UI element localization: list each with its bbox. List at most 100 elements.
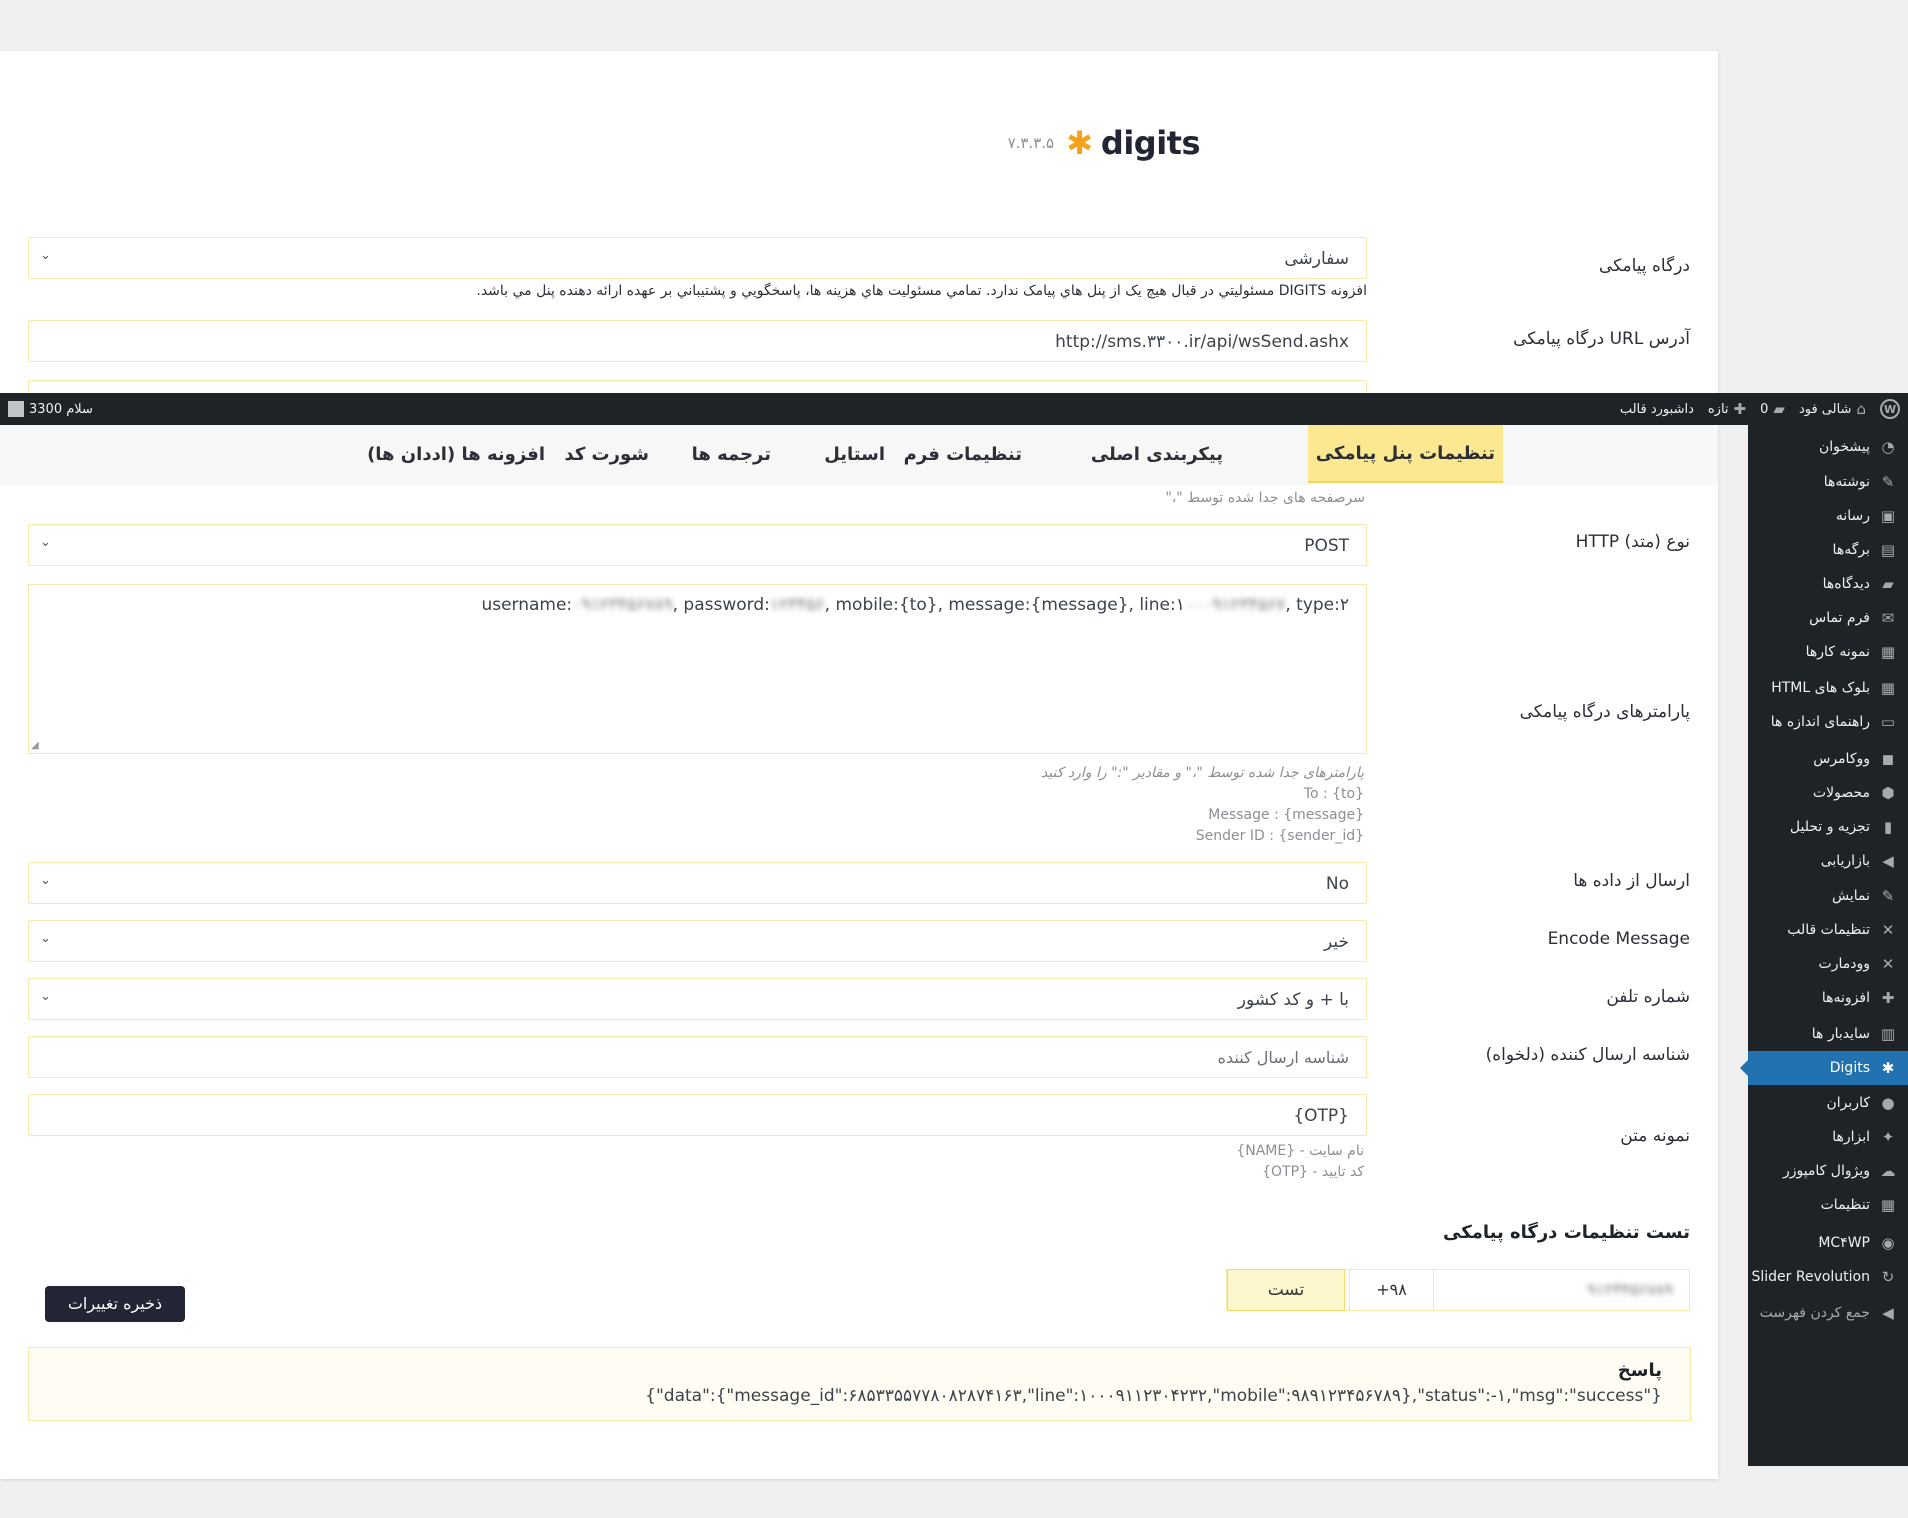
sidebar-item-label: برگه‌ها	[1832, 542, 1870, 558]
comments-count: 0	[1760, 401, 1769, 417]
sidebar-item-label: کاربران	[1826, 1095, 1870, 1111]
sidebar-item-20[interactable]: ✦ ابزارها	[1748, 1120, 1908, 1154]
user-greeting[interactable]: سلام 3300	[8, 401, 93, 417]
sidebar-item-label: سایدبار ها	[1811, 1026, 1870, 1042]
new-content-link[interactable]: ✚ تازه	[1708, 400, 1746, 418]
grid-icon: ▦	[1880, 679, 1896, 697]
gateway-url-label: آدرس URL درگاه پیامکی	[1513, 329, 1690, 349]
admin-sidebar: ◔ پیشخوان ✎ نوشته‌ها ▣ رسانه ▤ برگه‌ها ▰ دیدگاه‌ه…	[1740, 425, 1908, 1466]
site-name: شالی فود	[1798, 401, 1852, 417]
sidebar-icon: ▥	[1880, 1025, 1896, 1043]
parameters-help-message: Message : {message}	[1208, 807, 1364, 823]
site-name-link[interactable]: ⌂ شالی فود	[1799, 400, 1866, 418]
comments-link[interactable]: ▰ 0	[1760, 400, 1785, 418]
sidebar-item-16[interactable]: ✚ افزونه‌ها	[1748, 981, 1908, 1015]
sidebar-item-22[interactable]: ▦ تنظیمات	[1748, 1188, 1908, 1222]
headers-help: سرصفحه های جدا شده توسط "،"	[1165, 490, 1365, 506]
response-box: پاسخ {"data":{"message_id":۶۸۵۳۳۵۵۷۷۸۰۸۲…	[28, 1347, 1691, 1421]
sidebar-item-17[interactable]: ▥ سایدبار ها	[1748, 1017, 1908, 1051]
sidebar-item-7[interactable]: ▦ بلوک های HTML	[1748, 671, 1908, 705]
mail-icon: ✉	[1881, 609, 1895, 627]
tab-shortcode[interactable]: شورت کد	[556, 425, 657, 483]
sidebar-item-25[interactable]: ◀ جمع کردن فهرست	[1748, 1296, 1908, 1330]
sidebar-item-label: نوشته‌ها	[1823, 474, 1870, 490]
theme-dashboard-link[interactable]: داشبورد قالب	[1620, 402, 1694, 417]
sidebar-item-23[interactable]: ◉ MC۴WP	[1748, 1226, 1908, 1260]
resize-handle-icon[interactable]: ◢	[31, 740, 39, 751]
send-as-data-label: ارسال از داده ها	[1573, 871, 1690, 891]
message-template-input[interactable]: {OTP}	[28, 1094, 1367, 1136]
send-as-data-value: No	[1325, 874, 1349, 894]
megaphone-icon: ◀	[1882, 852, 1894, 870]
sidebar-item-label: MC۴WP	[1818, 1235, 1870, 1251]
sidebar-item-label: افزونه‌ها	[1821, 990, 1870, 1006]
sidebar-item-14[interactable]: ✕ تنظیمات قالب	[1748, 913, 1908, 947]
send-as-data-select[interactable]: No ⌄	[28, 862, 1367, 904]
sidebar-item-label: ابزارها	[1832, 1129, 1870, 1145]
sidebar-item-18[interactable]: ✱ Digits	[1740, 1051, 1908, 1085]
sidebar-item-8[interactable]: ▭ راهنمای اندازه ها	[1748, 705, 1908, 739]
sidebar-item-label: نمونه کارها	[1805, 644, 1870, 660]
sidebar-item-label: ووکامرس	[1813, 751, 1870, 767]
sidebar-item-label: فرم تماس	[1809, 610, 1870, 626]
sidebar-item-label: Slider Revolution	[1751, 1269, 1870, 1285]
encode-message-label: Encode Message	[1547, 929, 1690, 949]
chevron-down-icon: ⌄	[40, 248, 51, 263]
encode-message-select[interactable]: خیر ⌄	[28, 920, 1367, 962]
mc4wp-icon: ◉	[1881, 1234, 1895, 1252]
sidebar-item-24[interactable]: ↻ Slider Revolution	[1748, 1260, 1908, 1294]
sidebar-item-6[interactable]: ▦ نمونه کارها	[1748, 635, 1908, 669]
save-button[interactable]: ذخیره تغییرات	[45, 1286, 185, 1322]
phone-number-select[interactable]: با + و کد کشور ⌄	[28, 978, 1367, 1020]
sidebar-item-12[interactable]: ◀ بازاریابی	[1748, 844, 1908, 878]
gateway-url-input[interactable]: http://sms.۳۳۰۰.ir/api/wsSend.ashx	[28, 320, 1367, 362]
sidebar-item-13[interactable]: ✎ نمایش	[1748, 879, 1908, 913]
sidebar-item-3[interactable]: ▤ برگه‌ها	[1748, 533, 1908, 567]
http-method-select[interactable]: POST ⌄	[28, 524, 1367, 566]
gateway-value: سفارشی	[1284, 249, 1349, 269]
test-phone-input[interactable]: ۹۱۲۳۴۵۶۷۸۹	[1433, 1270, 1689, 1310]
tab-style[interactable]: استایل	[816, 425, 893, 483]
sidebar-item-15[interactable]: ✕ وودمارت	[1748, 947, 1908, 981]
sidebar-item-5[interactable]: ✉ فرم تماس	[1748, 601, 1908, 635]
settings-icon: ▦	[1880, 1196, 1896, 1214]
sender-id-input[interactable]: شناسه ارسال کننده	[28, 1036, 1367, 1078]
plugin-icon: ✚	[1881, 989, 1895, 1007]
country-code[interactable]: +۹۸	[1349, 1270, 1433, 1310]
box-icon: ⬢	[1881, 784, 1895, 802]
tab-main-config[interactable]: پیکربندی اصلی	[1083, 425, 1231, 483]
wordpress-logo-icon[interactable]: W	[1880, 399, 1900, 419]
gateway-select[interactable]: سفارشی ⌄	[28, 237, 1367, 279]
sidebar-item-11[interactable]: ▮ تجزیه و تحلیل	[1748, 810, 1908, 844]
parameters-textarea[interactable]: username:۰۹۱۲۳۴۵۶۷۸۹, password:۱۲۳۴۵۶, m…	[28, 584, 1367, 754]
sidebar-item-1[interactable]: ✎ نوشته‌ها	[1748, 465, 1908, 499]
phone-number-label: شماره تلفن	[1606, 987, 1690, 1007]
home-icon: ⌂	[1856, 400, 1866, 418]
sidebar-item-19[interactable]: ● کاربران	[1748, 1086, 1908, 1120]
tab-form-settings[interactable]: تنظیمات فرم	[896, 425, 1030, 483]
sidebar-item-9[interactable]: ◼ ووکامرس	[1748, 742, 1908, 776]
media-icon: ▣	[1880, 507, 1896, 525]
response-title: پاسخ	[1617, 1360, 1662, 1381]
digits-star-icon: ✱	[1066, 124, 1093, 162]
chart-icon: ▮	[1883, 818, 1893, 836]
sidebar-item-label: بلوک های HTML	[1771, 680, 1870, 696]
sidebar-item-0[interactable]: ◔ پیشخوان	[1748, 430, 1908, 464]
tab-sms-panel[interactable]: تنظیمات پنل پیامکی	[1307, 425, 1503, 483]
message-template-value: {OTP}	[1293, 1106, 1349, 1126]
gateway-label: درگاه پیامکی	[1598, 256, 1690, 276]
woodmart-icon: ✕	[1881, 955, 1895, 973]
hidden-field-peek	[28, 380, 1367, 393]
test-button[interactable]: تست	[1227, 1269, 1345, 1311]
sidebar-item-21[interactable]: ☁ ویژوال کامپوزر	[1748, 1154, 1908, 1188]
sidebar-item-4[interactable]: ▰ دیدگاه‌ها	[1748, 567, 1908, 601]
chevron-down-icon: ⌄	[40, 989, 51, 1004]
sidebar-item-2[interactable]: ▣ رسانه	[1748, 499, 1908, 533]
sidebar-item-10[interactable]: ⬢ محصولات	[1748, 776, 1908, 810]
sidebar-item-label: ویژوال کامپوزر	[1782, 1163, 1870, 1179]
tab-translations[interactable]: ترجمه ها	[684, 425, 779, 483]
tab-addons[interactable]: افزونه ها (اددان ها)	[359, 425, 553, 483]
cloud-icon: ☁	[1880, 1162, 1896, 1180]
parameters-value: username:۰۹۱۲۳۴۵۶۷۸۹, password:۱۲۳۴۵۶, m…	[481, 595, 1349, 615]
user-icon: ●	[1881, 1094, 1895, 1112]
